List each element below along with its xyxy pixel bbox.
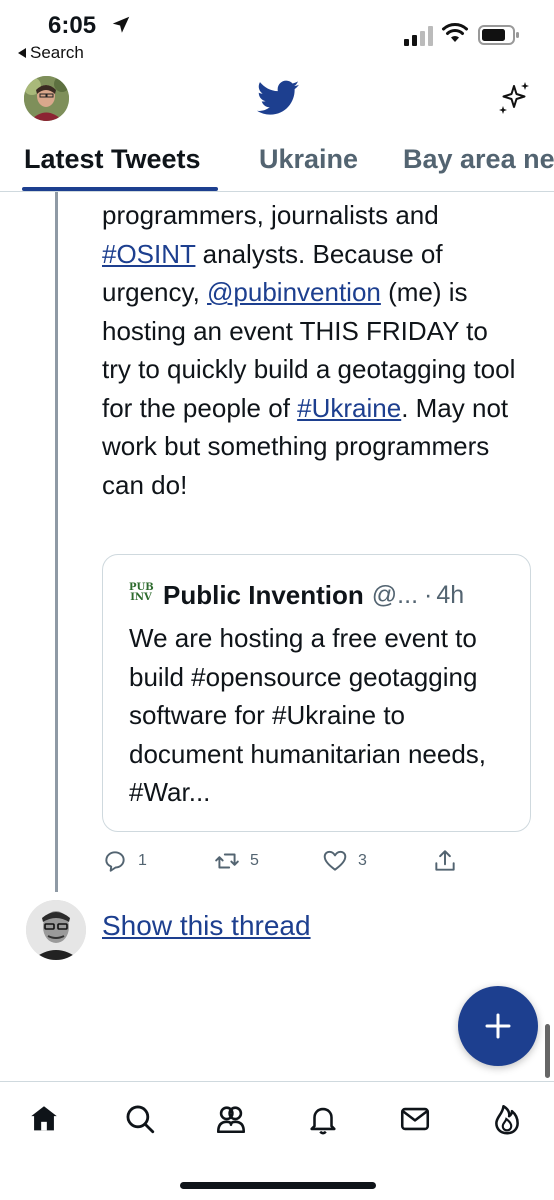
- battery-icon: [478, 25, 519, 45]
- retweet-icon: [215, 853, 239, 869]
- tab-ukraine[interactable]: Ukraine: [259, 144, 358, 175]
- status-bar: 6:05 Search: [0, 0, 554, 70]
- retweet-count: 5: [250, 852, 259, 869]
- share-button[interactable]: [432, 848, 458, 874]
- back-to-search-button[interactable]: Search: [18, 43, 84, 63]
- tab-bay-area-news[interactable]: Bay area news: [403, 144, 554, 175]
- hashtag-osint-link[interactable]: #OSINT: [102, 239, 195, 269]
- avatar-image: [24, 76, 69, 121]
- timeline-tabs: Latest Tweets Ukraine Bay area news: [0, 130, 554, 192]
- mention-pubinvention-link[interactable]: @pubinvention: [207, 277, 381, 307]
- search-icon[interactable]: [123, 1102, 157, 1136]
- retweet-button[interactable]: 5: [214, 848, 259, 874]
- wifi-icon: [442, 23, 468, 42]
- tweet-text-part: programmers, journalists and: [102, 200, 439, 230]
- home-icon[interactable]: [27, 1102, 61, 1136]
- profile-avatar[interactable]: [24, 76, 69, 121]
- messages-icon[interactable]: [398, 1102, 432, 1136]
- quoted-tweet-text: We are hosting a free event to build #op…: [129, 623, 487, 807]
- signal-icon: [404, 26, 433, 46]
- notifications-icon[interactable]: [306, 1102, 340, 1136]
- reply-count: 1: [138, 852, 147, 869]
- like-count: 3: [358, 852, 367, 869]
- compose-tweet-button[interactable]: [458, 986, 538, 1066]
- trending-icon[interactable]: [490, 1102, 524, 1136]
- thread-avatar-image: [26, 900, 86, 960]
- sparkle-icon[interactable]: [496, 80, 532, 116]
- heart-icon: [323, 850, 347, 871]
- location-arrow-icon: [112, 16, 130, 33]
- show-this-thread-link[interactable]: Show this thread: [102, 910, 311, 942]
- quoted-tweet-card[interactable]: PUB INV Public Invention @... · 4h We are…: [102, 554, 531, 832]
- thread-connector-line: [55, 192, 58, 892]
- quoted-author-handle: @...: [371, 580, 419, 609]
- status-time: 6:05: [48, 12, 97, 39]
- quoted-author-name: Public Invention: [163, 579, 364, 610]
- hashtag-ukraine-link[interactable]: #Ukraine: [297, 393, 401, 423]
- reply-button[interactable]: 1: [102, 848, 147, 874]
- thread-author-avatar[interactable]: [26, 900, 86, 960]
- scrollbar-indicator: [545, 1024, 550, 1078]
- tweet-text: programmers, journalists and #OSINT anal…: [102, 196, 522, 504]
- quoted-tweet-header: PUB INV Public Invention @... · 4h: [129, 577, 519, 613]
- active-tab-indicator: [22, 187, 218, 191]
- quoted-tweet-time: 4h: [436, 580, 465, 609]
- plus-icon: [485, 1013, 511, 1039]
- twitter-bird-icon[interactable]: [257, 80, 299, 116]
- tweet-actions: 1 5 3: [0, 840, 554, 880]
- like-button[interactable]: 3: [322, 848, 367, 874]
- tab-latest-tweets[interactable]: Latest Tweets: [24, 144, 201, 175]
- back-label: Search: [30, 43, 84, 62]
- reply-icon: [105, 851, 125, 872]
- public-invention-logo: PUB INV: [129, 582, 154, 603]
- spaces-icon[interactable]: [214, 1102, 248, 1136]
- header-separator: ·: [424, 580, 433, 609]
- back-arrow-icon: [18, 48, 26, 58]
- home-indicator: [180, 1182, 376, 1189]
- share-icon: [435, 850, 455, 871]
